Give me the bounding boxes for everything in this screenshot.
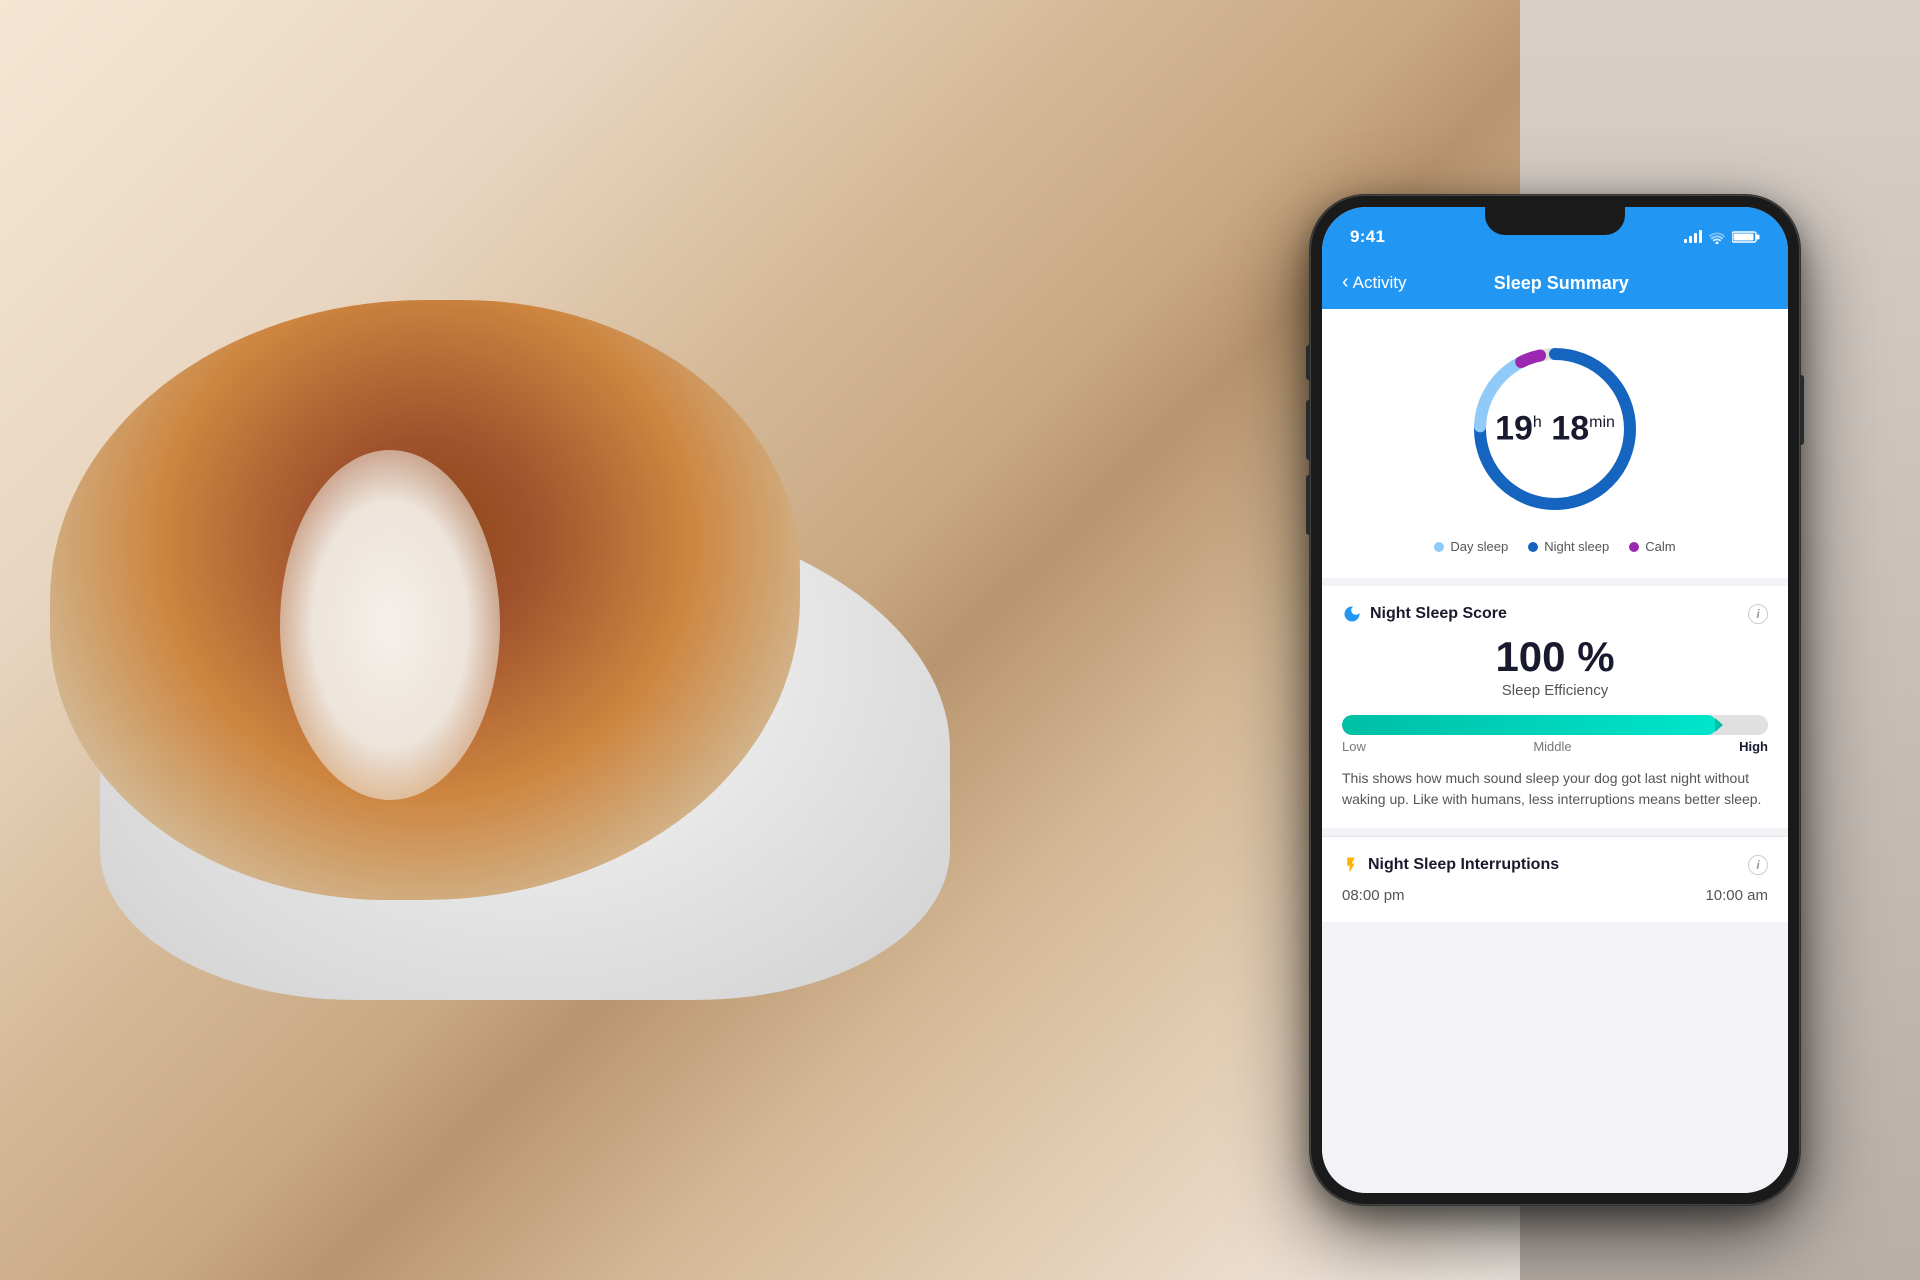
info-icon[interactable]: i bbox=[1748, 604, 1768, 624]
sleep-legend: Day sleep Night sleep Calm bbox=[1434, 539, 1675, 554]
score-label: Sleep Efficiency bbox=[1342, 682, 1768, 699]
sleep-duration-display: 19h 18min bbox=[1495, 410, 1615, 449]
night-sleep-interruptions-card: Night Sleep Interruptions i 08:00 pm 10:… bbox=[1322, 837, 1788, 922]
phone-device: 9:41 bbox=[1310, 195, 1800, 1205]
card-header: Night Sleep Score i bbox=[1342, 604, 1768, 624]
status-time: 9:41 bbox=[1350, 227, 1385, 247]
interruptions-info-icon[interactable]: i bbox=[1748, 855, 1768, 875]
wifi-icon bbox=[1708, 230, 1726, 244]
score-value: 100 % bbox=[1342, 636, 1768, 678]
navigation-bar: ‹ Activity Sleep Summary bbox=[1322, 257, 1788, 309]
status-icons bbox=[1684, 230, 1760, 244]
high-label: High bbox=[1739, 739, 1768, 754]
night-sleep-score-card: Night Sleep Score i 100 % Sleep Efficien… bbox=[1322, 586, 1788, 828]
notch bbox=[1485, 207, 1625, 235]
phone-frame: 9:41 bbox=[1310, 195, 1800, 1205]
back-button[interactable]: ‹ Activity bbox=[1342, 272, 1407, 294]
low-label: Low bbox=[1342, 739, 1366, 754]
dog-blaze bbox=[280, 450, 500, 800]
interruptions-card-header: Night Sleep Interruptions i bbox=[1342, 855, 1768, 875]
efficiency-progress-container: Low Middle High bbox=[1342, 715, 1768, 754]
lightning-icon bbox=[1342, 855, 1360, 875]
calm-dot bbox=[1629, 542, 1639, 552]
battery-icon bbox=[1732, 230, 1760, 244]
moon-icon bbox=[1342, 604, 1362, 624]
volume-up-button bbox=[1306, 400, 1310, 460]
day-sleep-dot bbox=[1434, 542, 1444, 552]
phone-screen: 9:41 bbox=[1322, 207, 1788, 1193]
nav-title: Sleep Summary bbox=[1415, 273, 1708, 294]
night-sleep-score-title: Night Sleep Score bbox=[1370, 605, 1507, 623]
back-chevron-icon: ‹ bbox=[1342, 271, 1349, 294]
power-button bbox=[1800, 375, 1804, 445]
sleep-circle-section: 19h 18min Day sleep Night sleep bbox=[1322, 309, 1788, 578]
calm-label: Calm bbox=[1645, 539, 1675, 554]
back-label: Activity bbox=[1353, 273, 1407, 293]
legend-calm: Calm bbox=[1629, 539, 1675, 554]
sleep-circle-container: 19h 18min bbox=[1465, 339, 1645, 519]
night-sleep-dot bbox=[1528, 542, 1538, 552]
progress-fill bbox=[1342, 715, 1717, 735]
end-time: 10:00 am bbox=[1705, 887, 1768, 904]
sleep-description: This shows how much sound sleep your dog… bbox=[1342, 768, 1768, 810]
card-title-row: Night Sleep Score bbox=[1342, 604, 1507, 624]
night-sleep-label: Night sleep bbox=[1544, 539, 1609, 554]
volume-down-button bbox=[1306, 475, 1310, 535]
legend-day-sleep: Day sleep bbox=[1434, 539, 1508, 554]
scroll-content[interactable]: 19h 18min Day sleep Night sleep bbox=[1322, 309, 1788, 1193]
start-time: 08:00 pm bbox=[1342, 887, 1405, 904]
progress-indicator bbox=[1715, 718, 1723, 732]
interruptions-title: Night Sleep Interruptions bbox=[1368, 856, 1559, 874]
progress-labels: Low Middle High bbox=[1342, 739, 1768, 754]
signal-icon bbox=[1684, 231, 1702, 243]
interruptions-time-row: 08:00 pm 10:00 am bbox=[1342, 887, 1768, 904]
middle-label: Middle bbox=[1533, 739, 1571, 754]
sleep-hours: 19h 18min bbox=[1495, 410, 1615, 448]
day-sleep-label: Day sleep bbox=[1450, 539, 1508, 554]
mute-button bbox=[1306, 345, 1310, 380]
interruptions-title-row: Night Sleep Interruptions bbox=[1342, 855, 1559, 875]
legend-night-sleep: Night sleep bbox=[1528, 539, 1609, 554]
progress-track bbox=[1342, 715, 1768, 735]
